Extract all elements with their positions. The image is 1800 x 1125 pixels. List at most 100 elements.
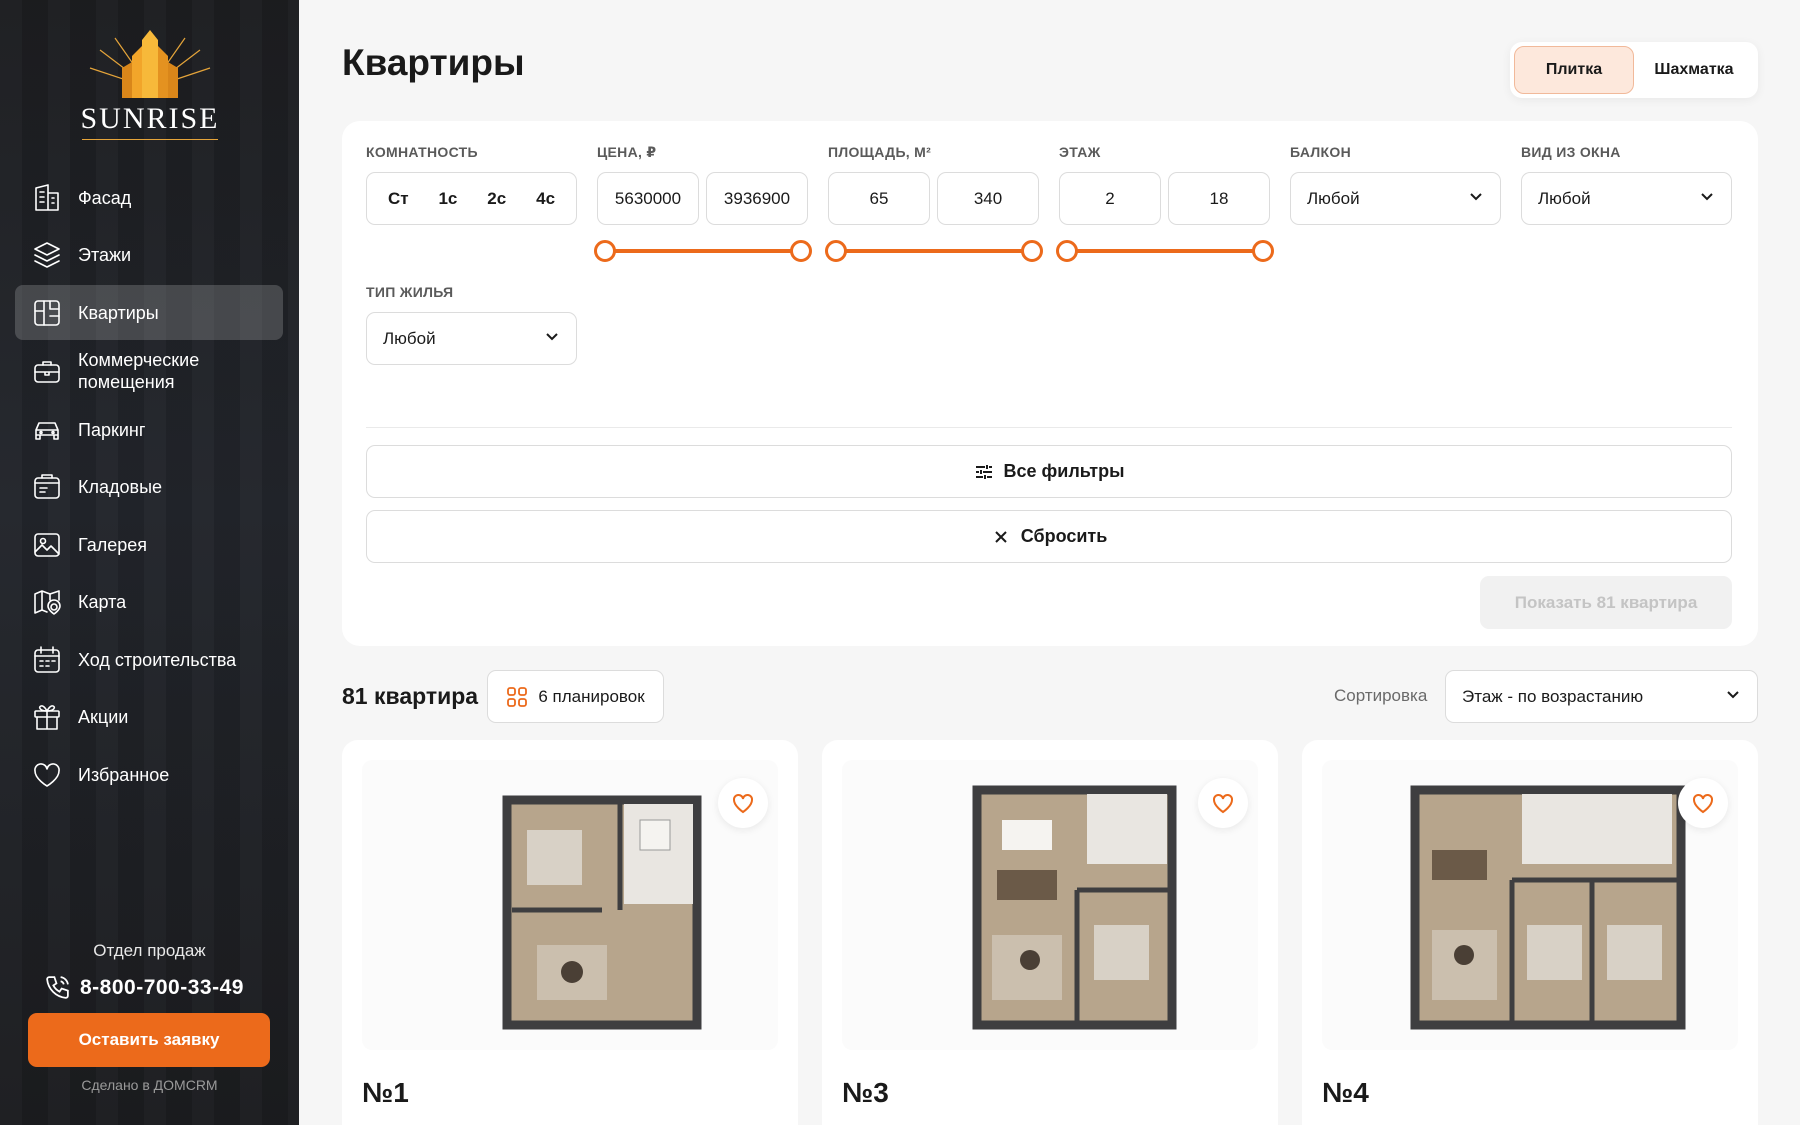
floor-label: ЭТАЖ [1059, 144, 1101, 160]
favorite-button[interactable] [1678, 778, 1728, 828]
window-view-value: Любой [1538, 188, 1591, 208]
apartment-icon [31, 297, 63, 329]
heart-icon [31, 759, 63, 791]
rooms-label: КОМНАТНОСТЬ [366, 144, 478, 160]
area-slider-max-handle[interactable] [1021, 240, 1043, 262]
price-slider-track [604, 249, 802, 253]
floor-slider [1056, 239, 1274, 263]
price-slider-min-handle[interactable] [594, 240, 616, 262]
tab-tiles[interactable]: Плитка [1514, 46, 1634, 94]
show-results-button[interactable]: Показать 81 квартира [1480, 576, 1732, 629]
chevron-down-icon [1468, 188, 1484, 209]
sidebar-item-label: Карта [78, 592, 127, 612]
sidebar-item-favorites[interactable]: Избранное [15, 747, 283, 802]
sidebar-item-floors[interactable]: Этажи [15, 228, 283, 283]
window-view-label: ВИД ИЗ ОКНА [1521, 144, 1621, 160]
close-icon [994, 530, 1007, 543]
sidebar-item-facade[interactable]: Фасад [15, 170, 283, 225]
sidebar-item-commercial[interactable]: Коммерческие помещения [15, 343, 283, 400]
favorite-button[interactable] [1198, 778, 1248, 828]
sort-label: Сортировка [1334, 686, 1428, 705]
sidebar-item-promotions[interactable]: Акции [15, 690, 283, 745]
layers-icon [31, 239, 63, 271]
apartment-number: №4 [1322, 1077, 1369, 1108]
sidebar-item-gallery[interactable]: Галерея [15, 517, 283, 572]
balcony-value: Любой [1307, 188, 1360, 208]
window-view-select[interactable]: Любой [1521, 172, 1732, 225]
layouts-button[interactable]: 6 планировок [487, 670, 664, 723]
briefcase-icon [31, 355, 63, 387]
housing-type-label: ТИП ЖИЛЬЯ [366, 284, 454, 300]
reset-button[interactable]: Сбросить [366, 510, 1732, 563]
logo-divider [82, 139, 218, 140]
housing-type-value: Любой [383, 328, 436, 348]
storage-icon [31, 471, 63, 503]
brand-name: SUNRISE [80, 102, 220, 135]
sidebar-item-storage[interactable]: Кладовые [15, 460, 283, 515]
apartment-number: №3 [842, 1077, 889, 1108]
area-min-input[interactable]: 65 [828, 172, 930, 225]
made-by-link[interactable]: Сделано в ДОМCRM [0, 1077, 299, 1093]
price-slider-max-handle[interactable] [790, 240, 812, 262]
floor-max-input[interactable]: 18 [1168, 172, 1270, 225]
filter-sliders-icon [975, 464, 992, 479]
rooms-selector: Ст 1с 2с 4с [366, 172, 577, 225]
floor-slider-min-handle[interactable] [1056, 240, 1078, 262]
logo[interactable]: SUNRISE [60, 28, 240, 146]
room-option-studio[interactable]: Ст [384, 183, 413, 215]
apartment-card[interactable]: №1 [342, 740, 798, 1125]
heart-icon [1693, 793, 1713, 814]
area-slider-min-handle[interactable] [825, 240, 847, 262]
balcony-select[interactable]: Любой [1290, 172, 1501, 225]
map-icon [31, 586, 63, 618]
sidebar: SUNRISE Фасад Этажи Квартиры Коммерчески… [0, 0, 299, 1125]
apartment-card[interactable]: №4 [1302, 740, 1758, 1125]
phone-number: 8-800-700-33-49 [80, 975, 244, 999]
request-button[interactable]: Оставить заявку [28, 1013, 270, 1067]
gift-icon [31, 701, 63, 733]
reset-label: Сбросить [1020, 526, 1108, 546]
price-min-input[interactable]: 5630000 [597, 172, 699, 225]
results-count: 81 квартира [342, 683, 479, 709]
page-title: Квартиры [342, 42, 525, 83]
sidebar-item-label: Ход строительства [78, 649, 237, 670]
housing-type-select[interactable]: Любой [366, 312, 577, 365]
sidebar-item-label: Акции [78, 707, 129, 727]
heart-icon [1213, 793, 1233, 814]
room-option-1[interactable]: 1с [434, 183, 461, 215]
room-option-4[interactable]: 4с [532, 183, 559, 215]
all-filters-button[interactable]: Все фильтры [366, 445, 1732, 498]
sidebar-item-apartments[interactable]: Квартиры [15, 285, 283, 340]
layouts-label: 6 планировок [538, 686, 645, 706]
floor-plan-image [1322, 760, 1738, 1050]
area-max-input[interactable]: 340 [937, 172, 1039, 225]
sales-department-label: Отдел продаж [93, 941, 206, 960]
phone-link[interactable]: 8-800-700-33-49 [44, 974, 264, 1001]
chevron-down-icon [544, 328, 560, 349]
price-slider [594, 239, 812, 263]
sidebar-item-label: Кладовые [78, 477, 163, 497]
tab-chess[interactable]: Шахматка [1634, 46, 1754, 94]
sidebar-item-map[interactable]: Карта [15, 575, 283, 630]
sidebar-nav: Фасад Этажи Квартиры Коммерческие помеще… [15, 170, 283, 805]
floor-plan-image [842, 760, 1258, 1050]
sidebar-item-label: Галерея [78, 534, 148, 555]
area-label: ПЛОЩАДЬ, М² [828, 144, 932, 160]
sidebar-item-label: Избранное [78, 764, 170, 785]
apartment-number: №1 [362, 1077, 409, 1108]
sidebar-item-construction[interactable]: Ход строительства [15, 632, 283, 687]
filter-panel: КОМНАТНОСТЬ Ст 1с 2с 4с ЦЕНА, ₽ 5630000 … [342, 121, 1758, 646]
apartment-card[interactable]: №3 [822, 740, 1278, 1125]
facade-icon [31, 182, 63, 214]
gallery-icon [31, 529, 63, 561]
sidebar-item-parking[interactable]: Паркинг [15, 402, 283, 457]
price-max-input[interactable]: 3936900 [706, 172, 808, 225]
view-toggle: Плитка Шахматка [1510, 42, 1758, 98]
floor-min-input[interactable]: 2 [1059, 172, 1161, 225]
floor-slider-max-handle[interactable] [1252, 240, 1274, 262]
car-icon [31, 414, 63, 446]
sort-select[interactable]: Этаж - по возрастанию [1445, 670, 1758, 723]
phone-icon [46, 976, 69, 999]
favorite-button[interactable] [718, 778, 768, 828]
room-option-2[interactable]: 2с [483, 183, 510, 215]
